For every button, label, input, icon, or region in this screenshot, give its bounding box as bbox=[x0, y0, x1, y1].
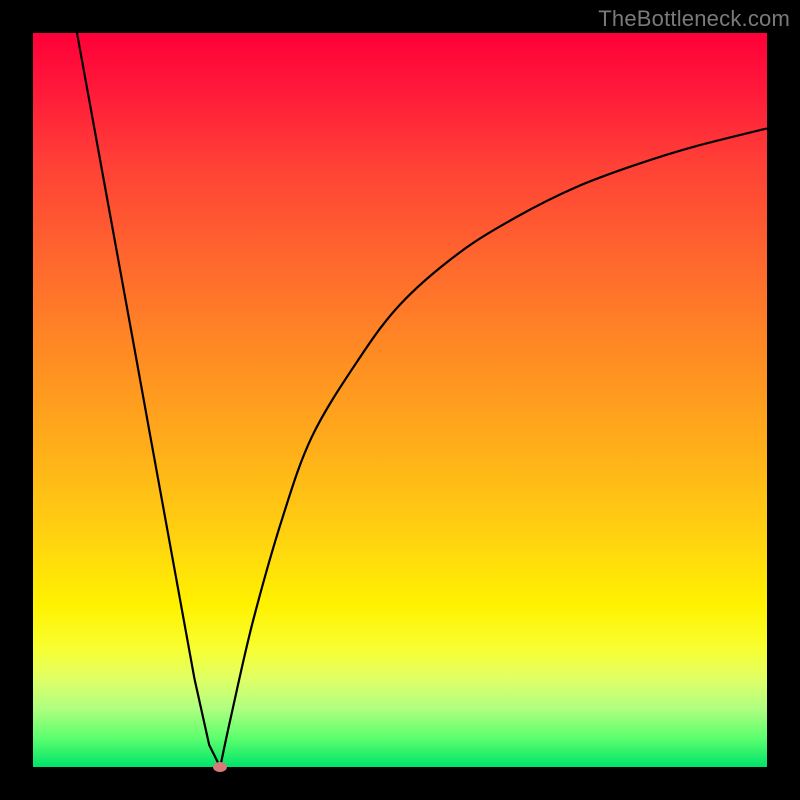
curve-right-branch bbox=[220, 128, 767, 767]
minimum-marker bbox=[213, 762, 227, 772]
bottleneck-curve bbox=[33, 33, 767, 767]
chart-frame: TheBottleneck.com bbox=[0, 0, 800, 800]
watermark-text: TheBottleneck.com bbox=[598, 6, 790, 32]
plot-area bbox=[33, 33, 767, 767]
curve-left-branch bbox=[77, 33, 220, 767]
